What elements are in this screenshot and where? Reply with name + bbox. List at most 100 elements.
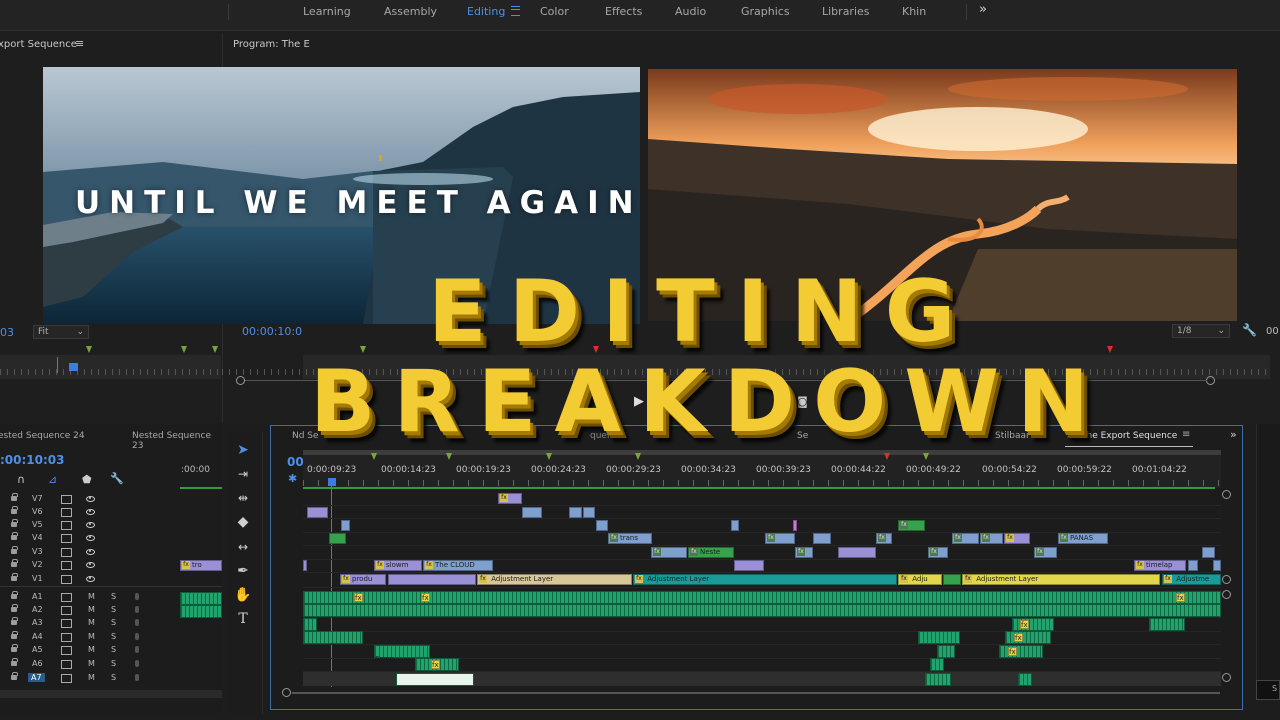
lock-icon[interactable] — [11, 644, 18, 652]
clip[interactable]: fx timelap — [1134, 560, 1186, 571]
clip[interactable] — [307, 507, 328, 518]
clip[interactable] — [1188, 560, 1198, 571]
workspace-learning[interactable]: Learning — [303, 5, 351, 18]
slip-tool-icon[interactable]: ↔ — [233, 538, 253, 556]
sync-icon[interactable] — [61, 561, 72, 570]
wrench-icon[interactable]: 🔧 — [1242, 323, 1257, 337]
clip[interactable]: fx trans — [608, 533, 652, 544]
sync-icon[interactable] — [61, 633, 72, 642]
mic-icon[interactable] — [135, 619, 139, 626]
source-scrub-bar[interactable] — [0, 355, 221, 379]
source-timecode[interactable]: 03 — [0, 326, 14, 339]
track-header-a3[interactable]: A3 M S — [0, 617, 180, 630]
sync-icon[interactable] — [61, 674, 72, 683]
sync-icon[interactable] — [61, 606, 72, 615]
workspace-menu-icon[interactable] — [511, 6, 520, 16]
audio-clip-a2[interactable] — [303, 604, 1221, 617]
mic-icon[interactable] — [135, 633, 139, 640]
sync-icon[interactable] — [61, 575, 72, 584]
sync-icon[interactable] — [61, 495, 72, 504]
clip[interactable] — [731, 520, 739, 531]
zoom-handle-right[interactable] — [1206, 376, 1215, 385]
playhead-handle[interactable] — [328, 478, 336, 486]
audio-clip[interactable] — [180, 592, 222, 605]
track-header-a7[interactable]: A7 M S — [0, 672, 180, 685]
ripple-edit-tool-icon[interactable]: ⇹ — [233, 489, 253, 507]
clip[interactable] — [341, 520, 350, 531]
clip[interactable] — [569, 507, 582, 518]
clip[interactable]: fx — [1034, 547, 1057, 558]
clip[interactable] — [303, 560, 307, 571]
track-select-tool-icon[interactable]: ⇥ — [233, 465, 253, 483]
workspace-libraries[interactable]: Libraries — [822, 5, 870, 18]
snap-icon[interactable]: ✱ — [288, 472, 297, 485]
type-tool-icon[interactable]: T — [233, 610, 253, 628]
adjustment-layer-clip[interactable]: fx Adju — [898, 574, 942, 585]
audio-clip[interactable] — [1149, 618, 1185, 631]
marker[interactable] — [181, 346, 187, 353]
fx-badge[interactable]: fx — [1020, 620, 1029, 629]
mute-button[interactable]: M — [88, 605, 95, 614]
clip[interactable] — [793, 520, 797, 531]
track-header-v4[interactable]: V4 — [0, 532, 180, 545]
clip[interactable]: fx — [898, 520, 925, 531]
marker[interactable] — [446, 453, 452, 460]
timeline-timecode[interactable]: 00 — [287, 455, 304, 469]
track-header-a2[interactable]: A2 M S — [0, 604, 180, 617]
timeline-zoom-handle-left[interactable] — [282, 688, 291, 697]
wrench-icon[interactable]: 🔧 — [110, 472, 124, 485]
eye-icon[interactable] — [86, 496, 95, 502]
adjustment-layer-clip[interactable]: fx Adjustme — [1162, 574, 1221, 585]
mic-icon[interactable] — [135, 593, 139, 600]
track-header-a5[interactable]: A5 M S — [0, 644, 180, 657]
clip[interactable]: fx — [795, 547, 813, 558]
program-panel-title[interactable]: Program: The E — [233, 39, 310, 50]
mute-button[interactable]: M — [88, 645, 95, 654]
solo-button[interactable]: S — [111, 645, 116, 654]
sync-icon[interactable] — [61, 548, 72, 557]
solo-button[interactable]: S — [111, 592, 116, 601]
clip[interactable] — [522, 507, 542, 518]
sync-icon[interactable] — [61, 646, 72, 655]
audio-clip[interactable] — [1012, 618, 1054, 631]
track-header-a1[interactable]: A1 M S — [0, 591, 180, 604]
lock-icon[interactable] — [11, 672, 18, 680]
mute-button[interactable]: M — [88, 632, 95, 641]
audio-clip[interactable] — [1018, 673, 1032, 686]
solo-button[interactable]: S — [111, 618, 116, 627]
track-header-v7[interactable]: V7 — [0, 493, 180, 506]
clip[interactable] — [329, 533, 346, 544]
more-panels-icon[interactable]: » — [1230, 428, 1237, 441]
audio-clip[interactable] — [930, 658, 944, 671]
fx-badge[interactable]: fx — [421, 593, 430, 602]
mic-icon[interactable] — [135, 646, 139, 653]
sync-icon[interactable] — [61, 593, 72, 602]
solo-button[interactable]: S — [111, 673, 116, 682]
track-header-v3[interactable]: V3 — [0, 546, 180, 559]
sync-icon[interactable] — [61, 660, 72, 669]
clip[interactable]: fx — [980, 533, 1003, 544]
eye-icon[interactable] — [86, 562, 95, 568]
clip[interactable] — [596, 520, 608, 531]
mute-button[interactable]: M — [88, 659, 95, 668]
workspace-khin[interactable]: Khin — [902, 5, 926, 18]
clip[interactable]: fx — [498, 493, 522, 504]
solo-button[interactable]: S — [111, 605, 116, 614]
nested-scrollbar[interactable] — [0, 690, 222, 698]
more-workspaces-icon[interactable]: » — [979, 2, 987, 17]
clip[interactable] — [583, 507, 595, 518]
tab-nested-sequence-23[interactable]: Nested Sequence 23 — [132, 431, 222, 451]
clip[interactable]: fx tro — [180, 560, 222, 571]
marker[interactable] — [212, 346, 218, 353]
track-header-a4[interactable]: A4 M S — [0, 631, 180, 644]
audio-clip-a1[interactable] — [303, 591, 1221, 604]
eye-icon[interactable] — [86, 576, 95, 582]
source-panel-title[interactable]: xport Sequence — [0, 39, 77, 50]
timeline-horizontal-scroll[interactable] — [292, 692, 1220, 694]
marker[interactable] — [884, 453, 890, 460]
audio-clip[interactable] — [925, 673, 951, 686]
razor-tool-icon[interactable]: ◆ — [233, 513, 253, 531]
add-marker-icon[interactable]: ⬟ — [82, 473, 92, 486]
panel-menu-icon[interactable]: ≡ — [75, 37, 84, 50]
audio-clip[interactable] — [937, 645, 955, 658]
